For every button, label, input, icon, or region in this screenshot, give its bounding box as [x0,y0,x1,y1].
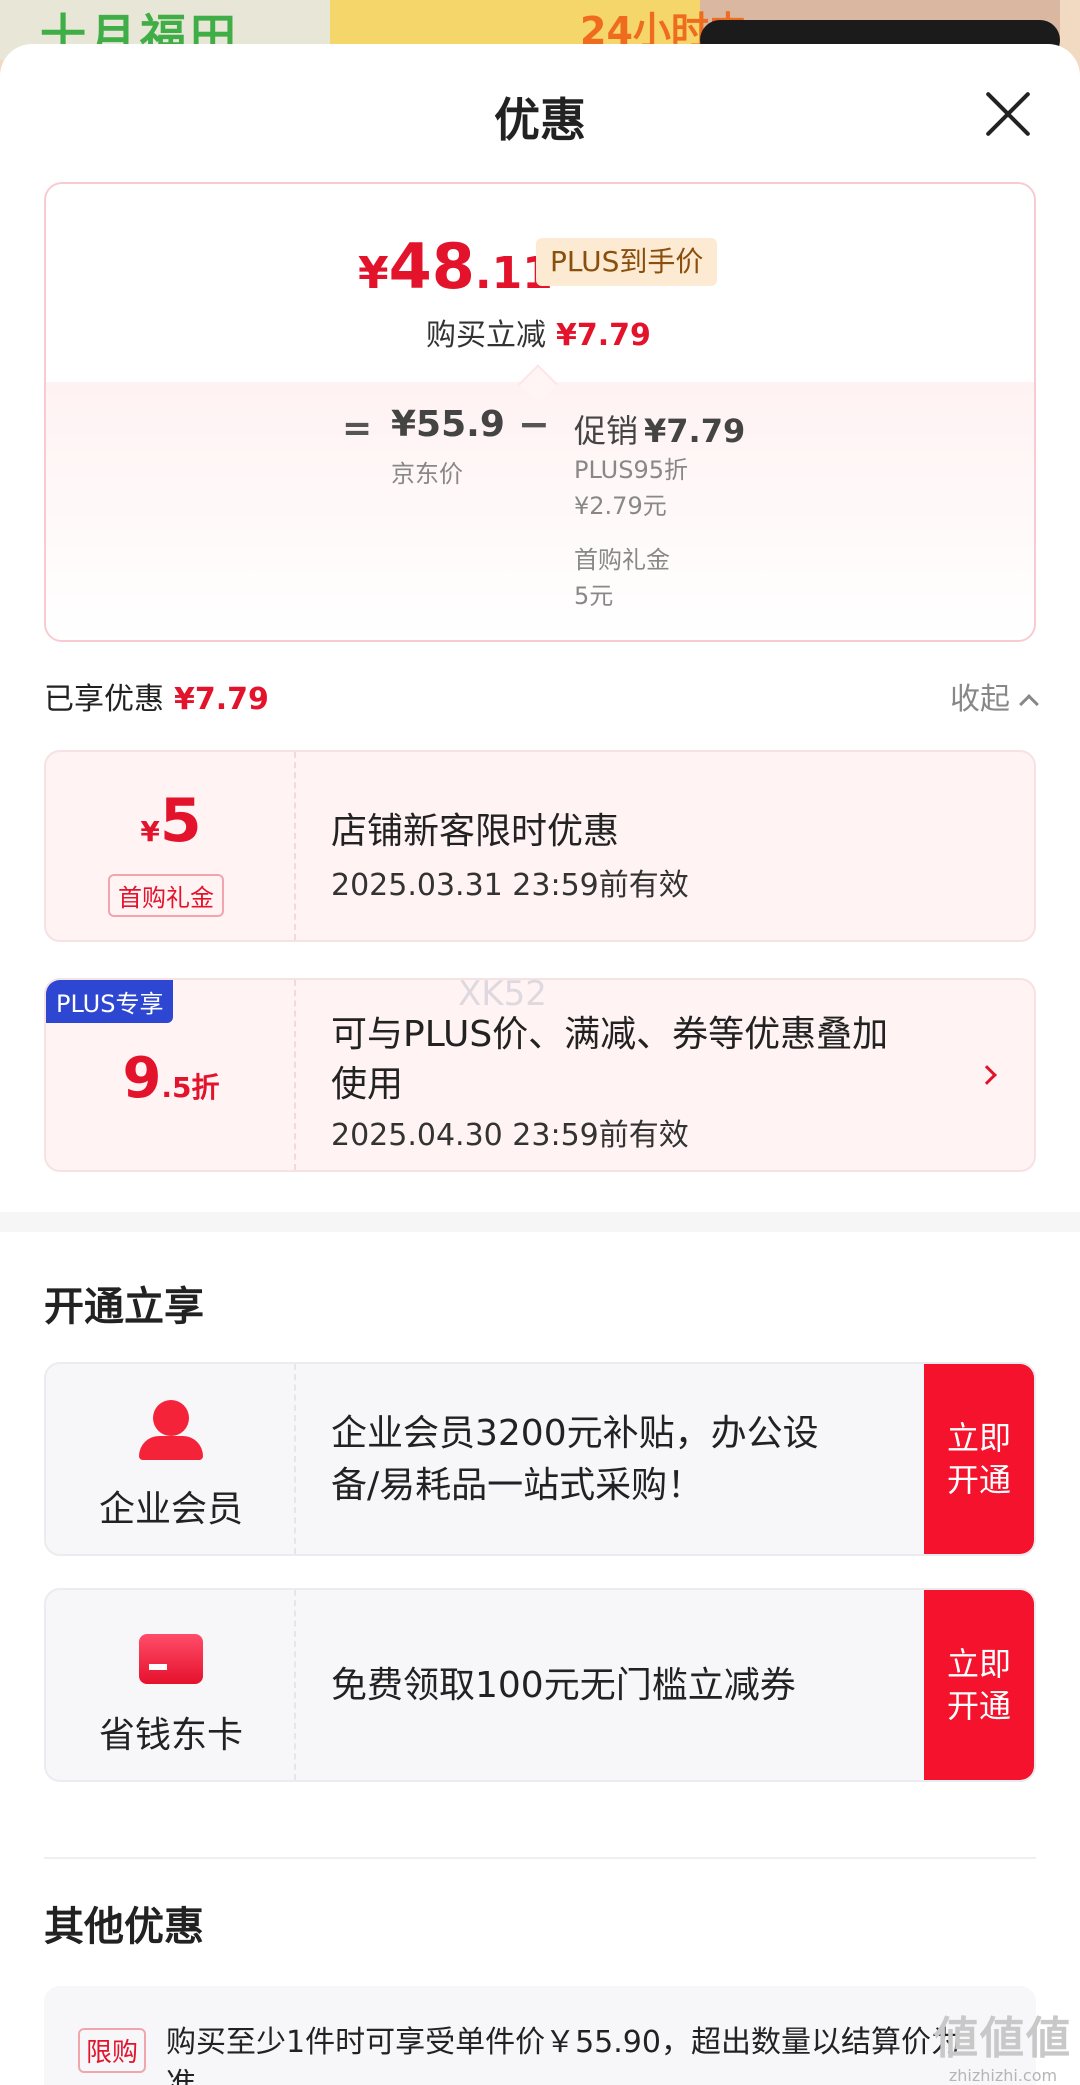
jd-price-label: 京东价 [391,460,463,488]
price-breakdown-card: ¥48.11 PLUS到手价 购买立减 ¥7.79 = ¥55.9 京东价 − 促… [44,182,1036,642]
money-saving-card: 省钱东卡 免费领取100元无门槛立减券 立即 开通 [44,1588,1036,1782]
price-formula: = ¥55.9 京东价 − 促销 ¥7.79 PLUS95折 ¥2.79元 首购礼… [46,382,1034,640]
reduction-label: 购买立减 [426,318,546,353]
member-description: 企业会员3200元补贴，办公设 备/易耗品一站式采购！ [331,1413,819,1506]
member-label: 企业会员 [98,1489,243,1530]
enjoyed-discount: 已享优惠 ¥7.79 [44,674,269,718]
watermark-text: XK52 [458,974,547,1014]
discount-rate: 9.5折 [122,1046,220,1111]
open-enterprise-button[interactable]: 立即 开通 [924,1364,1034,1554]
sheet-title: 优惠 [494,93,586,147]
coupon-validity: 2025.04.30 23:59前有效 [331,1118,689,1153]
reduction-value: ¥7.79 [556,318,651,353]
first-purchase-tag: 首购礼金 [108,874,224,917]
limit-tag: 限购 [78,2028,147,2073]
plus-exclusive-badge: PLUS专享 [46,980,174,1023]
discount-sheet: 优惠 ¥48.11 PLUS到手价 购买立减 ¥7.79 = ¥55.9 京东价 … [0,44,1080,2085]
watermark-logo: 値値値 zhizhizhi.com [934,2013,1072,2085]
divider [44,1857,1036,1859]
member-description: 免费领取100元无门槛立减券 [331,1665,796,1706]
member-label: 省钱东卡 [98,1715,243,1756]
promo-item-first-gift: 首购礼金 5元 [574,546,670,610]
coupon-title: 店铺新客限时优惠 [331,811,620,852]
promo-item-plus95: PLUS95折 ¥2.79元 [574,456,688,520]
other-section-title: 其他优惠 [44,1904,204,1950]
section-divider [0,1212,1080,1232]
membership-section-title: 开通立享 [44,1284,204,1330]
promo-total: 促销 ¥7.79 [574,412,746,450]
purchase-reduction: 购买立减 ¥7.79 [426,310,651,354]
card-icon [139,1634,203,1684]
sheet-header: 优惠 [0,44,1080,179]
enterprise-member-card: 企业会员 企业会员3200元补贴，办公设 备/易耗品一站式采购！ 立即 开通 [44,1362,1036,1556]
close-icon[interactable] [982,88,1034,140]
coupon-amount: ¥5 [140,786,202,856]
coupon-validity: 2025.03.31 23:59前有效 [331,868,689,903]
enjoyed-value: ¥7.79 [174,682,269,717]
chevron-up-icon [1019,694,1039,714]
limit-description: 购买至少1件时可享受单件价￥55.90，超出数量以结算价为准 [166,2025,961,2085]
coupon-card-new-customer: ¥5 首购礼金 店铺新客限时优惠 2025.03.31 23:59前有效 [44,750,1036,942]
other-discount-item: 限购 购买至少1件时可享受单件价￥55.90，超出数量以结算价为准 [44,1986,1036,2085]
minus-sign: − [518,402,550,446]
person-icon [139,1400,203,1464]
plus-price-tag: PLUS到手价 [536,238,718,286]
coupon-title: 可与PLUS价、满减、券等优惠叠加 使用 [331,1014,889,1105]
chevron-right-icon[interactable] [977,1065,997,1085]
equals-sign: = [342,408,373,449]
open-saving-card-button[interactable]: 立即 开通 [924,1590,1034,1780]
jd-price: ¥55.9 [391,404,505,445]
enjoyed-label: 已享优惠 [44,682,164,717]
final-price: ¥48.11 [358,230,553,303]
collapse-button[interactable]: 收起 [950,674,1039,718]
